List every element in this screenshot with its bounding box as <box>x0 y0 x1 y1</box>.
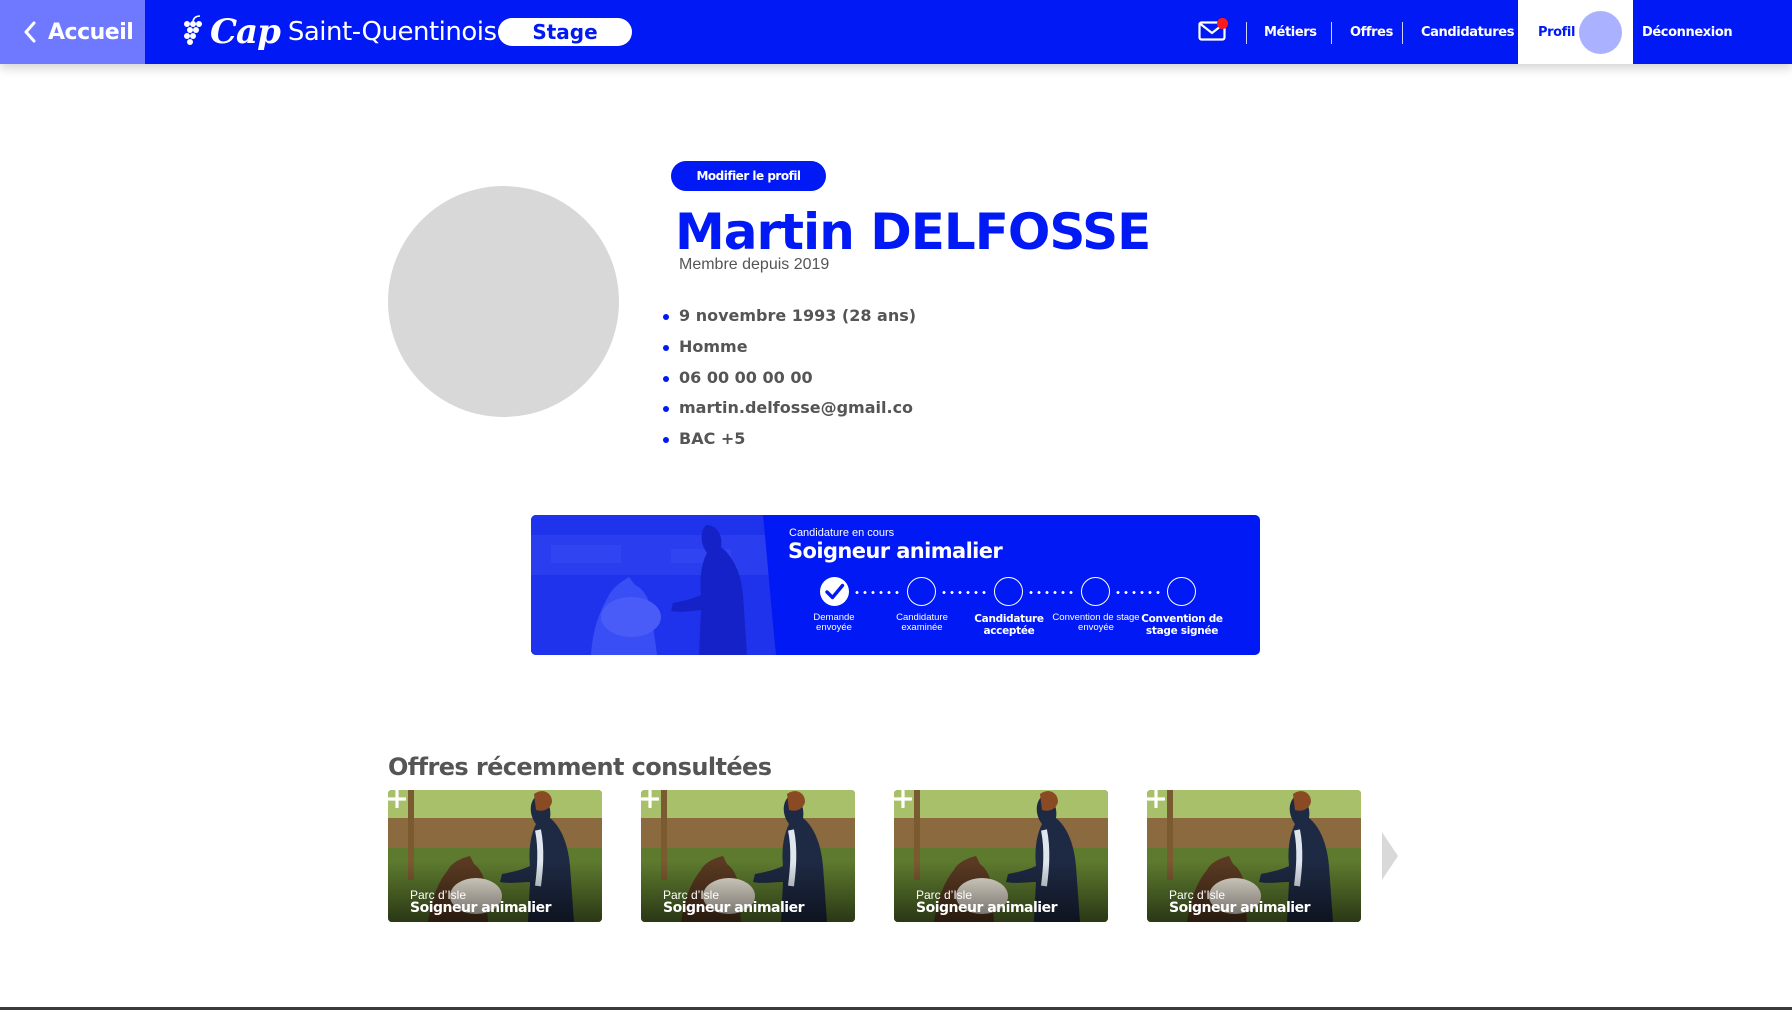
current-application-banner[interactable]: Candidature en cours Soigneur animalier … <box>531 515 1260 655</box>
bullet-dot <box>663 344 669 351</box>
card-job: Soigneur animalier <box>410 900 551 916</box>
section-badge-stage[interactable]: Stage <box>498 18 632 46</box>
step-5-label: Convention de stage signée <box>1136 613 1228 637</box>
detail-text: BAC +5 <box>679 429 746 449</box>
step-connector <box>853 591 903 594</box>
step-label-line: envoyée <box>1078 622 1114 633</box>
logout-link[interactable]: Déconnexion <box>1642 0 1733 64</box>
logo-cap: Cap <box>210 12 281 52</box>
detail-text: martin.delfosse@gmail.co <box>679 398 914 418</box>
step-2 <box>907 577 936 606</box>
offer-card[interactable]: Parc d’Isle Soigneur animalier <box>388 790 602 922</box>
edit-profile-button[interactable]: Modifier le profil <box>671 161 826 191</box>
nav-link-profil[interactable]: Profil <box>1538 0 1575 64</box>
bullet-dot <box>663 375 669 382</box>
offer-card[interactable]: Parc d’Isle Soigneur animalier <box>1147 790 1361 922</box>
checkmark-icon <box>825 583 845 600</box>
offer-card[interactable]: Parc d’Isle Soigneur animalier <box>641 790 855 922</box>
detail-text: 9 novembre 1993 (28 ans) <box>679 306 917 325</box>
bullet-dot <box>663 406 669 413</box>
plus-icon[interactable] <box>388 790 406 808</box>
card-job: Soigneur animalier <box>663 900 804 916</box>
profile-avatar <box>388 186 619 417</box>
step-connector <box>940 591 990 594</box>
logo-place: Saint-Quentinois <box>287 17 497 47</box>
step-label-line: envoyée <box>816 622 852 633</box>
step-3 <box>994 577 1023 606</box>
grapes-icon <box>184 15 202 45</box>
nav-divider <box>1331 22 1332 44</box>
top-navigation-bar: Accueil Cap Saint-Quentinois Stage Métie… <box>0 0 1792 64</box>
notification-dot <box>1217 18 1228 29</box>
offer-card[interactable]: Parc d’Isle Soigneur animalier <box>894 790 1108 922</box>
detail-text: Homme <box>679 336 748 356</box>
plus-icon[interactable] <box>894 790 912 808</box>
step-3-label: Candidature acceptée <box>963 613 1055 637</box>
step-4 <box>1081 577 1110 606</box>
detail-phone: 06 00 00 00 00 <box>663 364 916 395</box>
card-job: Soigneur animalier <box>1169 900 1310 916</box>
plus-icon[interactable] <box>1147 790 1165 808</box>
detail-education: BAC +5 <box>663 425 916 456</box>
site-logo[interactable]: Cap Saint-Quentinois <box>182 12 497 52</box>
step-label-line: stage signée <box>1145 625 1219 637</box>
member-since: Membre depuis 2019 <box>679 256 830 273</box>
application-title: Soigneur animalier <box>788 539 1003 563</box>
application-photo <box>531 515 793 655</box>
carousel-next-arrow-icon[interactable] <box>1382 832 1398 880</box>
step-1-label: Demande envoyée <box>788 613 880 633</box>
step-connector <box>1114 591 1164 594</box>
step-label-line: examinée <box>901 622 943 633</box>
step-4-label: Convention de stage envoyée <box>1050 613 1142 633</box>
profile-name: Martin DELFOSSE <box>675 203 1151 261</box>
detail-birthdate: 9 novembre 1993 (28 ans) <box>663 302 916 333</box>
card-job: Soigneur animalier <box>916 900 1057 916</box>
detail-email: martin.delfosse@gmail.co <box>663 394 916 425</box>
nav-divider <box>1402 22 1403 44</box>
recent-offers-title: Offres récemment consultées <box>388 753 772 781</box>
user-avatar-small[interactable] <box>1579 11 1622 54</box>
plus-icon[interactable] <box>641 790 659 808</box>
chevron-left-icon <box>24 21 36 43</box>
nav-link-metiers[interactable]: Métiers <box>1264 0 1317 64</box>
step-5 <box>1167 577 1196 606</box>
nav-link-candidatures[interactable]: Candidatures <box>1421 0 1514 64</box>
nav-link-offres[interactable]: Offres <box>1350 0 1393 64</box>
detail-gender: Homme <box>663 333 916 364</box>
application-kicker: Candidature en cours <box>789 527 895 539</box>
back-home-label: Accueil <box>48 19 134 45</box>
detail-text: 06 00 00 00 00 <box>679 367 813 387</box>
bullet-dot <box>663 437 669 444</box>
back-home-button[interactable]: Accueil <box>0 0 145 64</box>
step-2-label: Candidature examinée <box>876 613 968 633</box>
nav-divider <box>1246 22 1247 44</box>
profile-details-list: 9 novembre 1993 (28 ans) Homme 06 00 00 … <box>663 302 916 456</box>
step-connector <box>1027 591 1077 594</box>
step-label-line: acceptée <box>983 625 1035 637</box>
step-label-line: Convention de <box>1141 613 1223 625</box>
step-label-line: Candidature <box>974 613 1044 625</box>
bullet-dot <box>663 314 669 320</box>
step-1-done <box>820 577 849 606</box>
